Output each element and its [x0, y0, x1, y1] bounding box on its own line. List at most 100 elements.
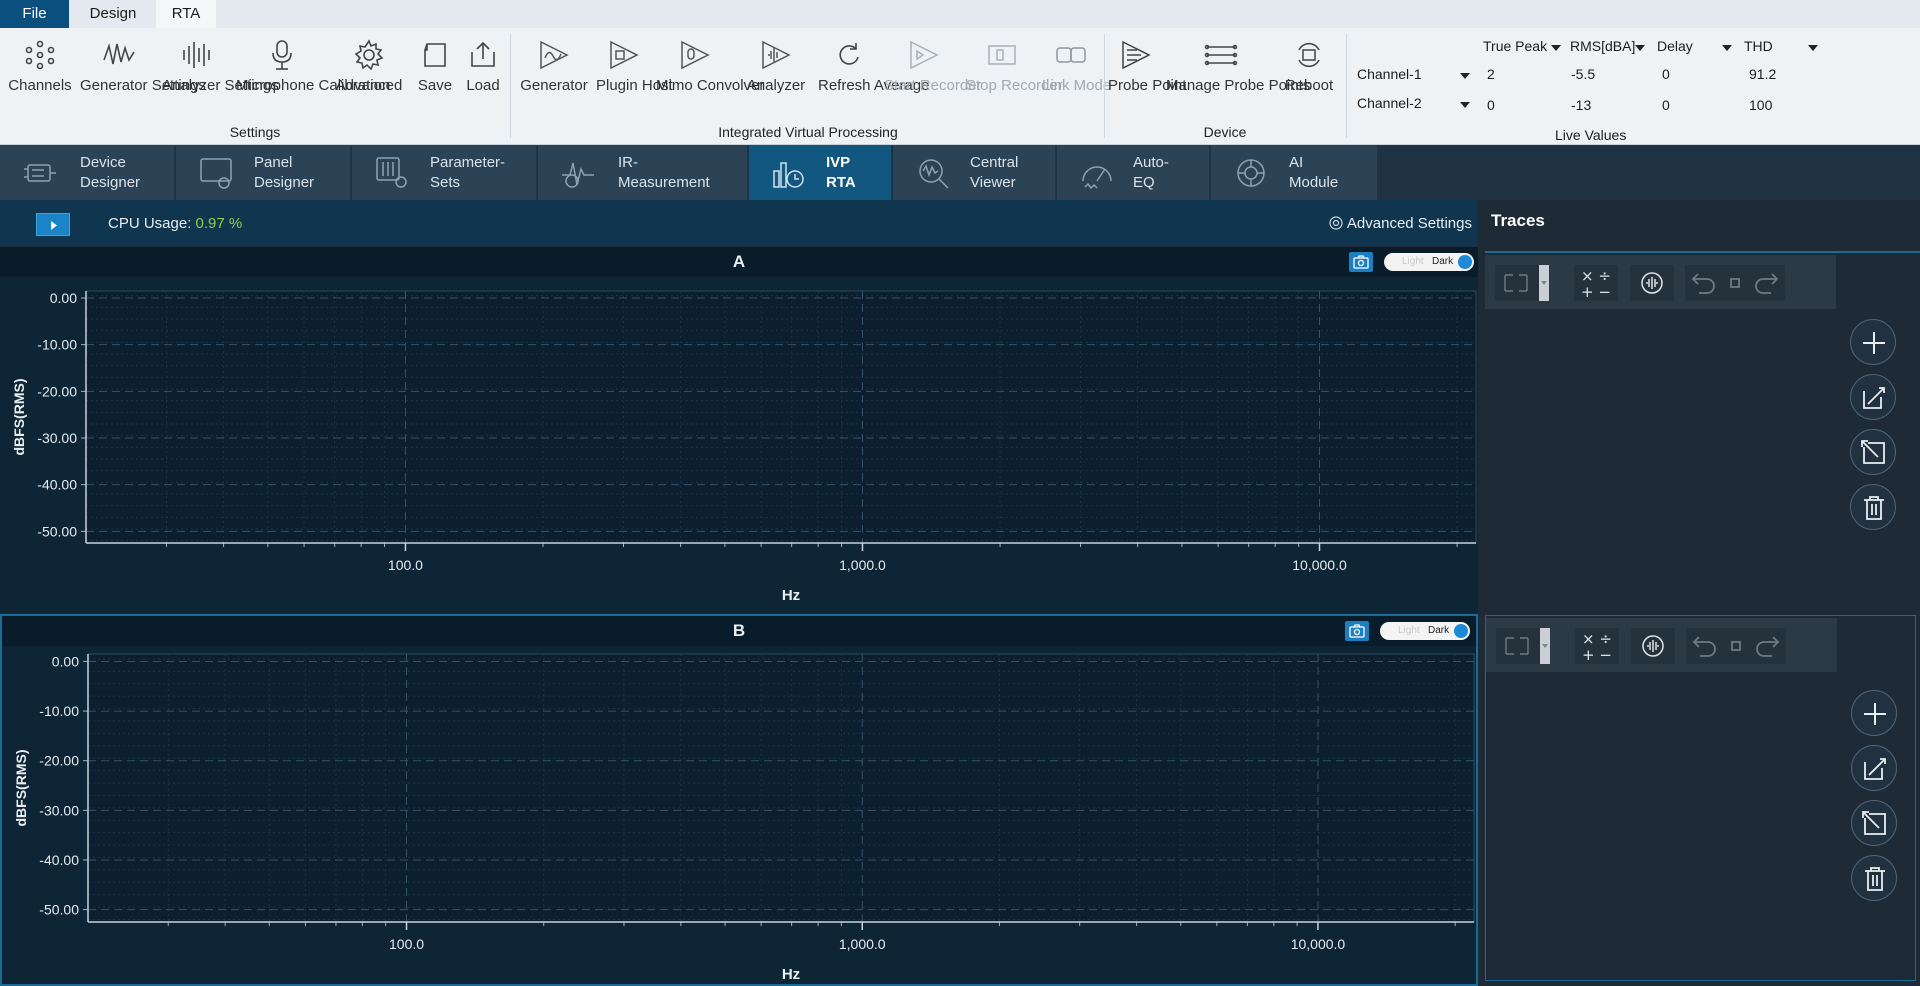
screenshot-button[interactable] [1349, 252, 1373, 272]
rta-chart-b[interactable]: 0.00 -10.00 -20.00 -30.00 -40.00 -50.00 100.0 1… [2, 644, 1476, 984]
toggle-knob [1454, 624, 1468, 638]
tab-auto-eq[interactable]: Auto- EQ [1057, 145, 1210, 200]
microphone-calibration-label: Microphone Calibration [236, 77, 391, 94]
math-button[interactable]: × ÷ + − [1575, 628, 1619, 664]
panel-designer-icon [200, 158, 232, 189]
traces-toolbar: × ÷ + − [1486, 618, 1837, 672]
analyzer-settings-button[interactable]: Analyzer Settings [162, 34, 279, 124]
ivp-analyzer-button[interactable]: Analyzer [738, 34, 814, 124]
manage-probe-points-button[interactable]: Manage Probe Points [1166, 34, 1311, 124]
svg-text:+ −: + − [1581, 283, 1611, 301]
live-values-group-label: Live Values [1555, 127, 1627, 143]
refresh-average-button[interactable]: Refresh Average [818, 34, 929, 124]
start-recorder-label: Start Recorder [884, 77, 982, 94]
live-header-true-peak[interactable]: True Peak [1483, 38, 1561, 54]
tab-device-designer[interactable]: Device Designer [0, 145, 175, 200]
generator-settings-label: Generator Settings [80, 77, 206, 94]
menu-file[interactable]: File [0, 0, 69, 28]
y-tick-label: -30.00 [37, 430, 77, 446]
advanced-button[interactable]: Advanced [332, 34, 406, 124]
manage-probe-points-icon [1204, 44, 1238, 66]
auto-eq-icon [1082, 166, 1112, 190]
live-channel-1-label: Channel-1 [1357, 66, 1422, 82]
advanced-settings-button[interactable]: Advanced Settings [1328, 215, 1472, 232]
tab-parameter-sets[interactable]: Parameter- Sets [352, 145, 537, 200]
ivp-generator-button[interactable]: Generator [516, 34, 592, 124]
y-tick-label: 0.00 [50, 290, 77, 306]
tab-ai-module[interactable]: AI Module [1211, 145, 1378, 200]
select-trace-button[interactable] [1495, 265, 1549, 301]
stop-recorder-icon [988, 45, 1016, 65]
link-mode-button[interactable]: Link Mode [1042, 34, 1111, 124]
stop-recorder-label: Stop Recorder [966, 77, 1063, 94]
live-header-delay-dropdown[interactable] [1722, 38, 1732, 54]
mimo-convolver-button[interactable]: Mimo Convolver [656, 34, 765, 124]
trace-settings-button[interactable] [1631, 628, 1675, 664]
edit-trace-button[interactable] [1850, 374, 1896, 420]
add-trace-button[interactable] [1850, 319, 1896, 365]
generator-settings-button[interactable]: Generator Settings [80, 34, 206, 124]
tab-central-viewer[interactable]: Central Viewer [893, 145, 1056, 200]
y-tick-label: -50.00 [37, 523, 77, 539]
live-channel-2-dropdown[interactable] [1460, 95, 1470, 111]
trace-settings-button[interactable] [1630, 265, 1674, 301]
device-designer-icon [24, 164, 56, 182]
select-icon [1505, 628, 1550, 664]
theme-toggle[interactable]: Light Dark [1384, 253, 1474, 271]
y-tick-label: -30.00 [39, 802, 79, 818]
select-trace-button[interactable] [1496, 628, 1550, 664]
chart-title: B [2, 616, 1476, 646]
x-axis-label: Hz [782, 966, 800, 983]
probe-point-icon [1122, 40, 1151, 70]
math-button[interactable]: × ÷ + − [1574, 265, 1618, 301]
stop-recorder-button[interactable]: Stop Recorder [966, 34, 1063, 124]
play-button[interactable] [36, 213, 70, 236]
theme-light-label: Light [1398, 625, 1420, 636]
mimo-convolver-label: Mimo Convolver [656, 77, 765, 94]
live-value: 2 [1487, 66, 1495, 82]
reboot-button[interactable]: Reboot [1278, 34, 1340, 124]
plugin-host-button[interactable]: Plugin Host [596, 34, 673, 124]
live-header-thd[interactable]: THD [1744, 38, 1773, 54]
play-icon [51, 221, 57, 230]
y-tick-label: -10.00 [37, 337, 77, 353]
probe-point-button[interactable]: Probe Point [1108, 34, 1186, 124]
undo-redo-group [1686, 628, 1786, 664]
y-tick-label: -40.00 [39, 852, 79, 868]
live-header-thd-dropdown[interactable] [1808, 38, 1818, 54]
manage-probe-points-label: Manage Probe Points [1166, 77, 1311, 94]
tab-panel-designer[interactable]: Panel Designer [176, 145, 351, 200]
delete-trace-button[interactable] [1850, 484, 1896, 530]
menu-bar: File Design RTA [0, 0, 1920, 28]
export-trace-button[interactable] [1851, 800, 1897, 846]
delete-trace-button[interactable] [1851, 855, 1897, 901]
y-axis-label: dBFS(RMS) [11, 379, 27, 456]
channels-label: Channels [8, 77, 72, 94]
gear-icon [1641, 272, 1663, 294]
analyzer-settings-icon [183, 42, 210, 68]
tab-ivp-rta[interactable]: IVP RTA [749, 145, 892, 200]
module-tab-bar: Device Designer Panel Designer Parameter… [0, 145, 1920, 200]
add-trace-button[interactable] [1851, 690, 1897, 736]
screenshot-button[interactable] [1345, 621, 1369, 641]
menu-rta[interactable]: RTA [156, 0, 216, 28]
export-trace-button[interactable] [1850, 429, 1896, 475]
generator-icon [540, 40, 569, 70]
live-header-rms[interactable]: RMS[dBA] [1570, 38, 1646, 54]
load-button[interactable]: Load [460, 34, 506, 124]
menu-design[interactable]: Design [72, 0, 154, 28]
link-icon [1056, 47, 1086, 63]
save-button[interactable]: Save [410, 34, 460, 124]
channels-button[interactable]: Channels [4, 34, 76, 124]
tab-ir-measurement[interactable]: IR- Measurement [538, 145, 748, 200]
plugin-host-label: Plugin Host [596, 77, 673, 94]
live-header-delay[interactable]: Delay [1657, 38, 1693, 54]
advanced-label: Advanced [335, 77, 403, 94]
microphone-calibration-button[interactable]: Microphone Calibration [236, 34, 391, 124]
start-recorder-button[interactable]: Start Recorder [884, 34, 982, 124]
rta-chart-a[interactable]: 0.00 -10.00 -20.00 -30.00 -40.00 -50.00 100.0 1… [0, 277, 1478, 613]
live-channel-1-dropdown[interactable] [1460, 66, 1470, 82]
toggle-knob [1458, 255, 1472, 269]
theme-toggle[interactable]: Light Dark [1380, 622, 1470, 640]
edit-trace-button[interactable] [1851, 745, 1897, 791]
